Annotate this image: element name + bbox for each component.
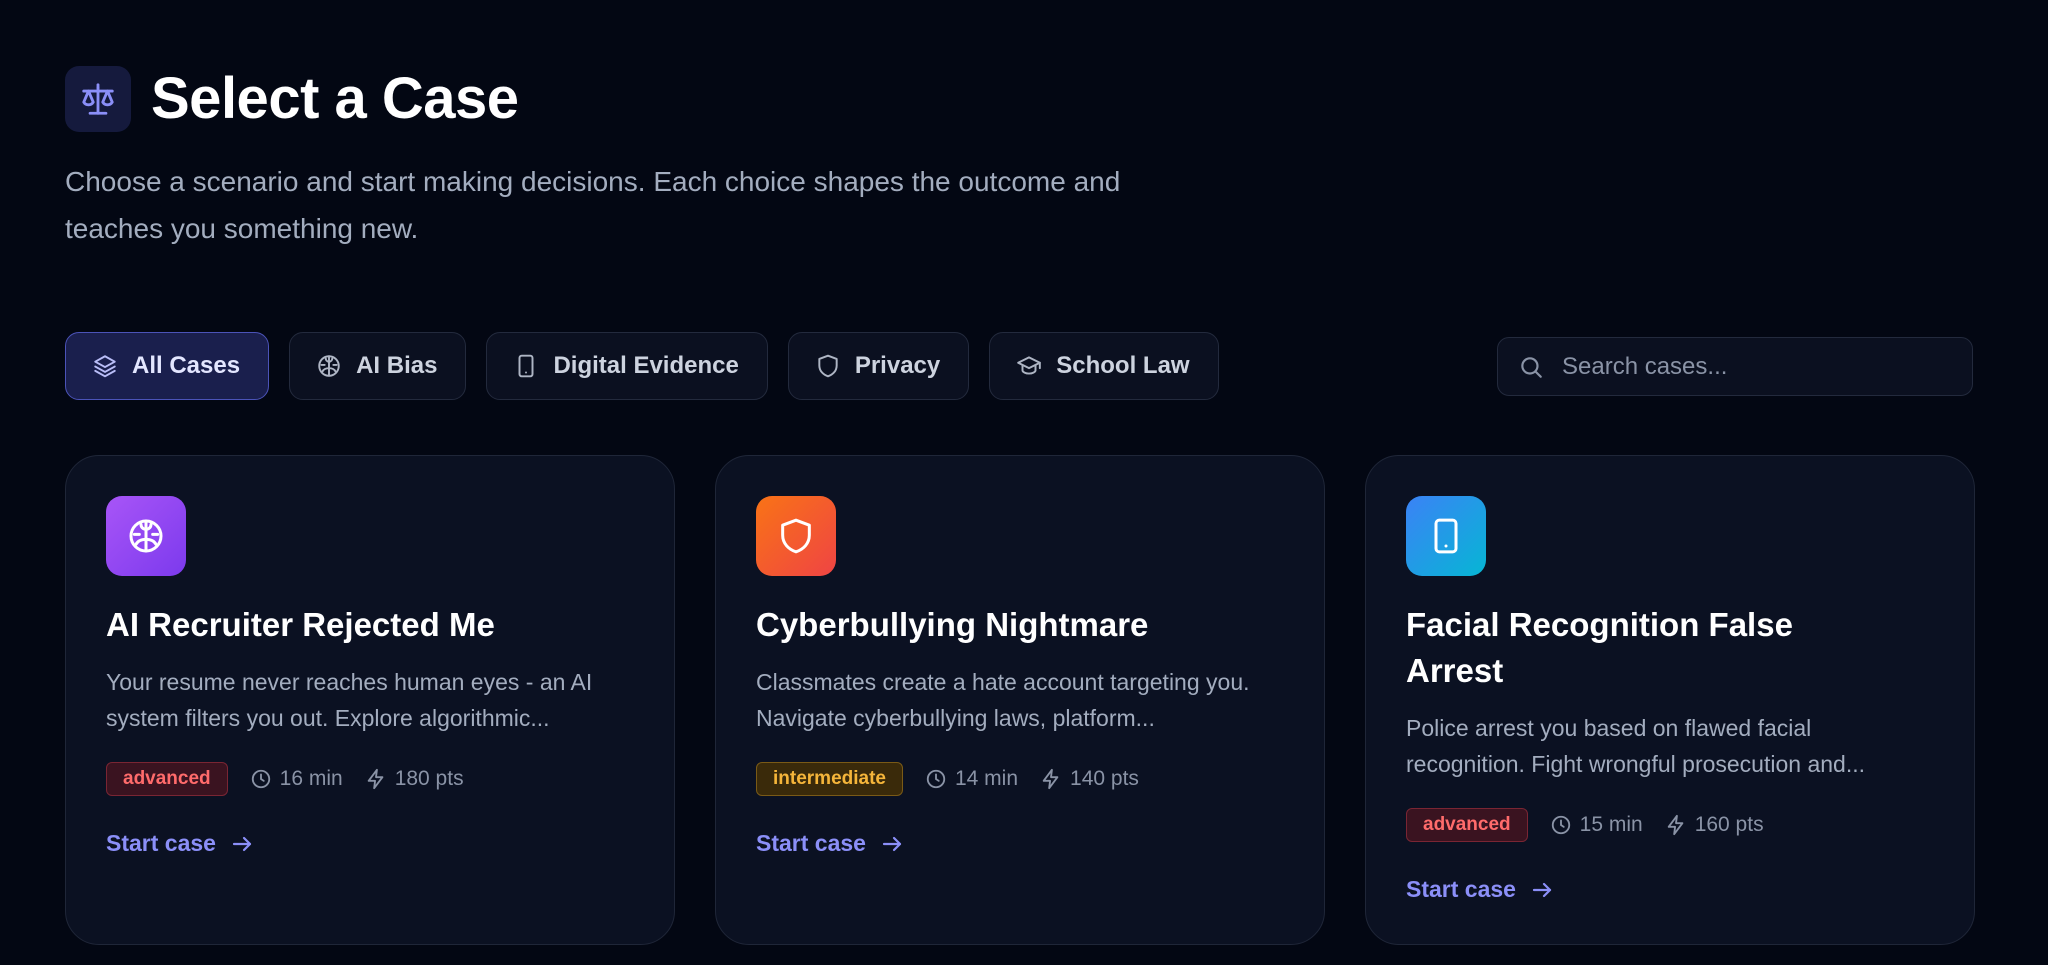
page-header: Select a Case xyxy=(65,66,519,132)
card-meta: advanced 16 min 180 pts xyxy=(106,762,634,796)
card-meta: advanced 15 min 160 pts xyxy=(1406,808,1934,842)
duration-text: 16 min xyxy=(279,767,343,790)
shield-icon xyxy=(781,518,811,554)
card-title: Cyberbullying Nightmare xyxy=(756,606,1149,643)
filter-all-cases[interactable]: All Cases xyxy=(65,332,270,400)
page-title: Select a Case xyxy=(151,66,519,131)
points-text: 180 pts xyxy=(394,767,464,790)
case-card-facial-recognition[interactable]: Facial Recognition False Arrest Police a… xyxy=(1365,455,1975,945)
layers-icon xyxy=(94,355,116,378)
search-box xyxy=(1497,337,1973,396)
filter-label: AI Bias xyxy=(356,352,438,379)
card-title: AI Recruiter Rejected Me xyxy=(106,606,495,643)
difficulty-badge: advanced xyxy=(1406,808,1528,842)
filter-label: Digital Evidence xyxy=(553,352,739,379)
duration-text: 14 min xyxy=(954,767,1019,790)
card-title: Facial Recognition False Arrest xyxy=(1406,606,1793,689)
clock-icon xyxy=(1551,815,1570,835)
clock-icon xyxy=(251,769,270,789)
points-text: 140 pts xyxy=(1070,767,1139,790)
arrow-right-icon xyxy=(232,836,252,851)
filter-label: All Cases xyxy=(132,352,241,379)
start-case-label: Start case xyxy=(1406,876,1516,902)
points-text: 160 pts xyxy=(1694,813,1764,836)
arrow-right-icon xyxy=(882,836,902,851)
case-card-ai-recruiter[interactable]: AI Recruiter Rejected Me Your resume nev… xyxy=(65,455,675,945)
duration: 14 min xyxy=(925,767,1018,791)
start-case-label: Start case xyxy=(106,830,216,856)
smartphone-icon xyxy=(518,354,534,378)
start-case-link[interactable]: Start case xyxy=(756,830,904,857)
difficulty-badge: advanced xyxy=(106,762,228,796)
shield-icon xyxy=(818,354,838,378)
filter-privacy[interactable]: Privacy xyxy=(787,332,970,400)
points: 140 pts xyxy=(1040,767,1139,791)
bolt-icon xyxy=(367,768,384,790)
difficulty-badge: intermediate xyxy=(756,762,903,796)
card-meta: intermediate 14 min 140 pts xyxy=(756,762,1284,796)
filter-school-law[interactable]: School Law xyxy=(989,332,1219,400)
logo-badge xyxy=(65,66,131,132)
arrow-right-icon xyxy=(1532,882,1552,897)
case-card-cyberbullying[interactable]: Cyberbullying Nightmare Classmates creat… xyxy=(715,455,1325,945)
duration: 15 min xyxy=(1550,813,1643,837)
scale-icon xyxy=(82,83,114,115)
card-icon-badge xyxy=(756,496,836,576)
bolt-icon xyxy=(1042,768,1059,790)
smartphone-icon xyxy=(1434,518,1458,554)
start-case-label: Start case xyxy=(756,830,866,856)
case-cards: AI Recruiter Rejected Me Your resume nev… xyxy=(65,455,1975,945)
filter-ai-bias[interactable]: AI Bias xyxy=(289,332,467,400)
card-icon-badge xyxy=(106,496,186,576)
case-selection-page: Select a Case Choose a scenario and star… xyxy=(0,0,2048,965)
duration: 16 min xyxy=(250,767,343,791)
bolt-icon xyxy=(1667,814,1684,836)
filter-label: School Law xyxy=(1056,352,1190,379)
brain-icon xyxy=(129,519,163,553)
brain-icon xyxy=(318,355,340,377)
category-filters: All Cases AI Bias Digital Evidence Priva… xyxy=(65,332,1219,400)
card-description: Classmates create a hate account targeti… xyxy=(756,669,1250,731)
page-subtitle: Choose a scenario and start making decis… xyxy=(65,166,1121,244)
filter-label: Privacy xyxy=(854,352,941,379)
clock-icon xyxy=(926,769,946,789)
search-input[interactable] xyxy=(1560,351,1944,382)
start-case-link[interactable]: Start case xyxy=(1406,876,1554,903)
graduation-cap-icon xyxy=(1017,356,1042,375)
card-icon-badge xyxy=(1406,496,1486,576)
search-icon xyxy=(1521,356,1542,378)
duration-text: 15 min xyxy=(1579,813,1643,836)
points: 160 pts xyxy=(1665,813,1764,837)
start-case-link[interactable]: Start case xyxy=(106,830,254,857)
card-description: Your resume never reaches human eyes - a… xyxy=(106,669,593,731)
filter-digital-evidence[interactable]: Digital Evidence xyxy=(486,332,768,400)
points: 180 pts xyxy=(365,767,464,791)
card-description: Police arrest you based on flawed facial… xyxy=(1406,715,1865,777)
